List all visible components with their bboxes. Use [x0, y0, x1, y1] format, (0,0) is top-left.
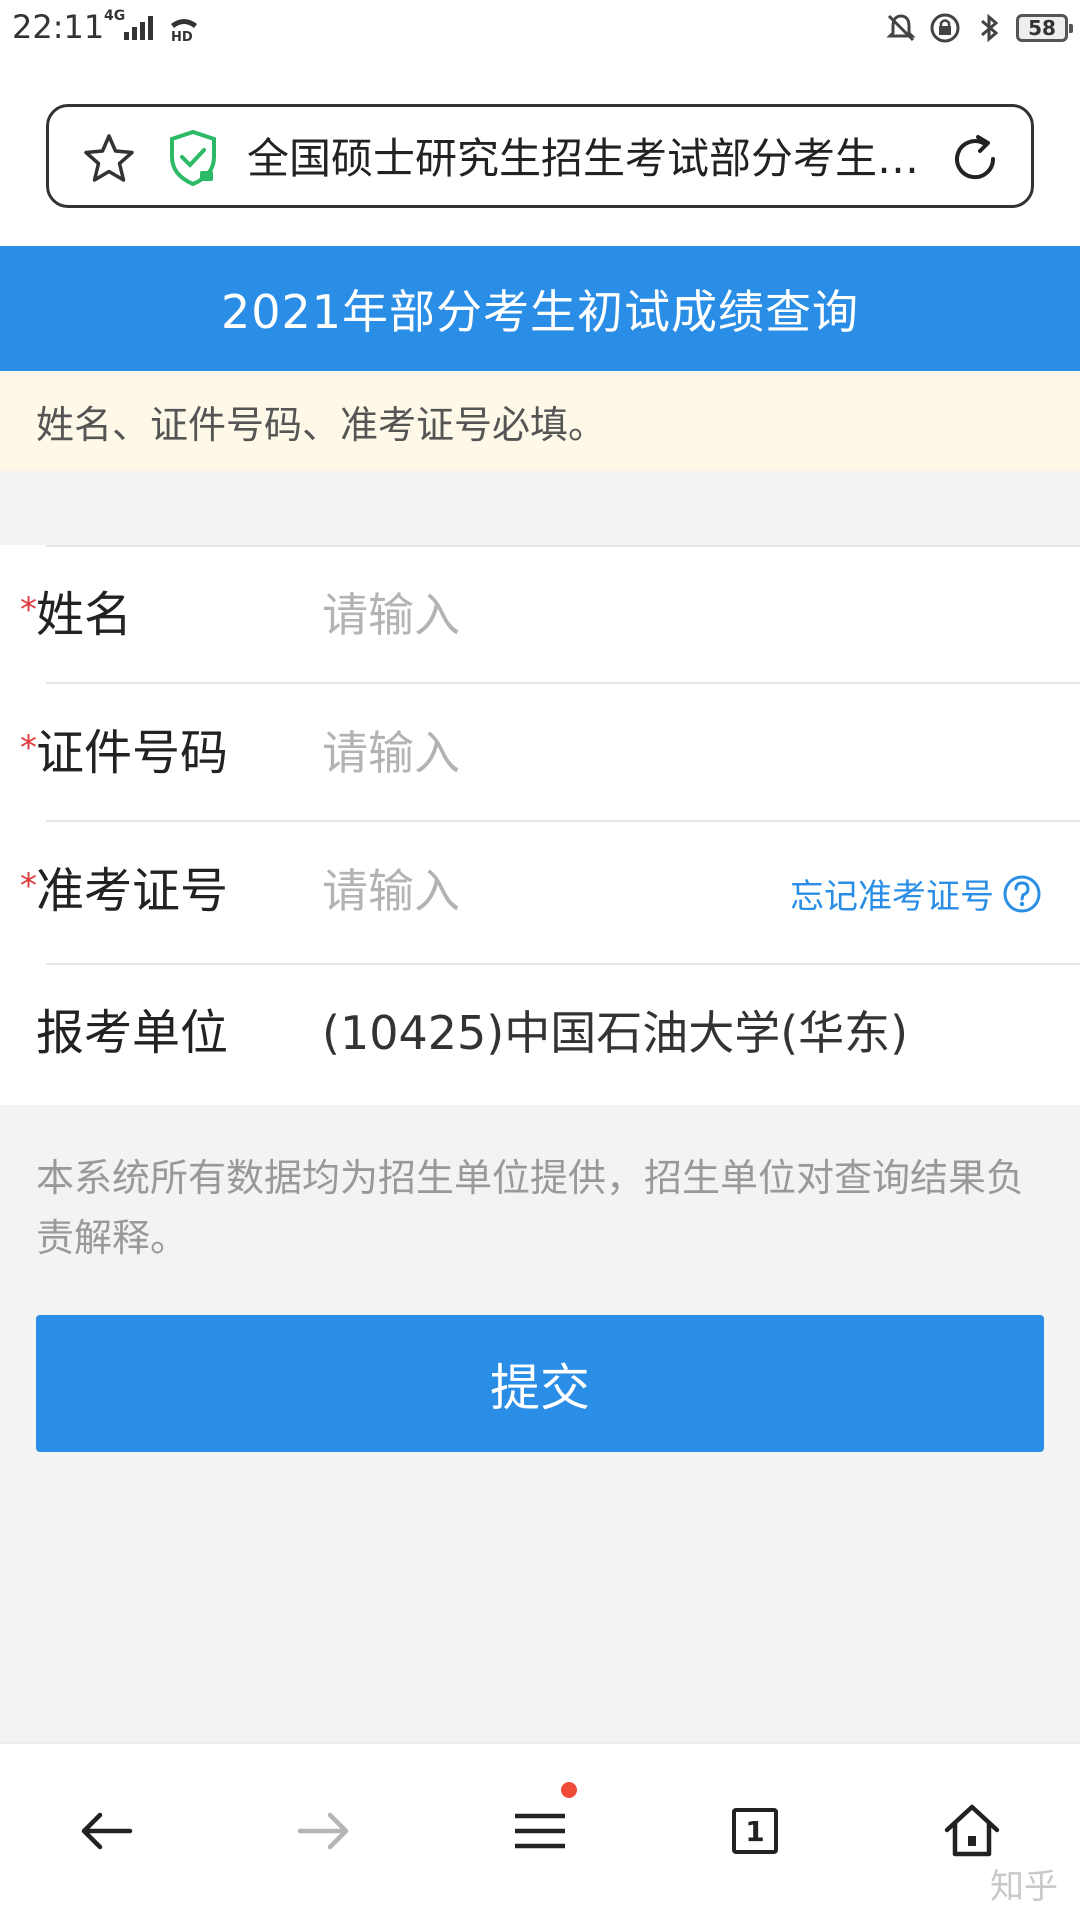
browser-toolbar: 全国硕士研究生招生考试部分考生… [0, 56, 1080, 246]
spacer [0, 471, 1080, 545]
divider [46, 820, 1080, 822]
address-bar[interactable]: 全国硕士研究生招生考试部分考生… [46, 104, 1034, 208]
help-icon [1003, 875, 1041, 912]
menu-icon[interactable] [505, 1796, 575, 1866]
signal-icon [124, 16, 153, 40]
name-input[interactable] [322, 585, 762, 645]
divider [46, 682, 1080, 684]
ticket-number-label: 准考证号 [36, 863, 229, 919]
institution-label: 报考单位 [36, 1005, 229, 1061]
battery-icon: 58 [1016, 14, 1073, 42]
tabs-button[interactable]: 1 [720, 1796, 790, 1866]
star-icon[interactable] [81, 131, 137, 187]
bottom-nav: 1 知乎 [0, 1742, 1080, 1922]
tabs-icon: 1 [732, 1808, 778, 1854]
mute-bell-icon [886, 14, 916, 42]
required-mark: * [20, 590, 37, 630]
disclaimer-text: 本系统所有数据均为招生单位提供，招生单位对查询结果负责解释。 [36, 1156, 1025, 1260]
forward-arrow-icon[interactable] [288, 1796, 358, 1866]
shield-check-icon[interactable] [167, 129, 219, 187]
ticket-number-input[interactable] [322, 861, 642, 921]
query-form: * 姓名 * 证件号码 * 准考证号 忘记准考证号 报考单位 (10425)中国… [0, 545, 1080, 1105]
id-number-input[interactable] [322, 723, 762, 783]
svg-text:HD: HD [171, 30, 193, 42]
institution-value[interactable]: (10425)中国石油大学(华东) [322, 1003, 908, 1063]
address-text[interactable]: 全国硕士研究生招生考试部分考生… [247, 129, 937, 189]
page-title: 2021年部分考生初试成绩查询 [220, 284, 860, 339]
status-bar: 22:11 4G HD 58 [0, 0, 1080, 56]
divider [46, 963, 1080, 965]
forgot-ticket-link[interactable]: 忘记准考证号 [790, 869, 1042, 918]
forgot-ticket-label: 忘记准考证号 [790, 877, 994, 917]
status-time: 22:11 [12, 8, 105, 46]
required-mark: * [20, 866, 37, 906]
page-header: 2021年部分考生初试成绩查询 [0, 246, 1080, 371]
divider [46, 545, 1080, 547]
bluetooth-icon [981, 13, 999, 43]
home-icon[interactable] [937, 1796, 1007, 1866]
rotation-lock-icon [930, 13, 960, 43]
zhihu-watermark: 知乎 [990, 1867, 1058, 1907]
name-label: 姓名 [36, 587, 133, 643]
notification-dot [561, 1782, 577, 1798]
required-notice: 姓名、证件号码、准考证号必填。 [0, 371, 1080, 471]
reload-icon[interactable] [947, 131, 1003, 187]
submit-button[interactable]: 提交 [36, 1315, 1044, 1452]
hd-call-icon: HD [171, 19, 197, 42]
back-arrow-icon[interactable] [72, 1796, 142, 1866]
required-mark: * [20, 728, 37, 768]
id-number-label: 证件号码 [36, 725, 229, 781]
